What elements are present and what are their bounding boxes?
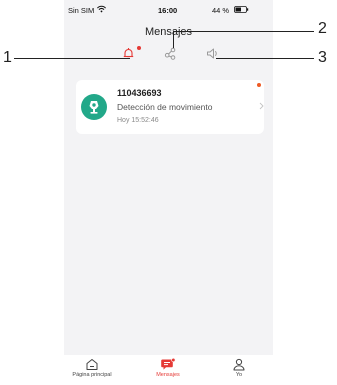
callout-number-1: 1 bbox=[3, 49, 12, 66]
wifi-icon bbox=[97, 5, 106, 13]
camera-icon bbox=[89, 101, 99, 114]
callout-number-3: 3 bbox=[318, 49, 327, 66]
tab-sound[interactable] bbox=[202, 42, 224, 64]
nav-home-label: Página principal bbox=[72, 372, 112, 378]
message-timestamp: Hoy 15:52:46 bbox=[117, 117, 159, 124]
unread-dot bbox=[257, 83, 261, 87]
device-avatar bbox=[81, 94, 107, 120]
carrier-label: Sin SIM bbox=[68, 6, 95, 15]
chevron-right-icon bbox=[259, 102, 264, 110]
bottom-navigation: Página principal Mensajes Yo bbox=[64, 355, 273, 385]
battery-percent: 44 % bbox=[212, 6, 230, 15]
page-title: Mensajes bbox=[144, 26, 193, 38]
share-icon bbox=[164, 47, 176, 60]
callout-line-3 bbox=[216, 58, 314, 59]
nav-messages[interactable]: Mensajes bbox=[148, 355, 188, 385]
callout-number-2: 2 bbox=[318, 20, 327, 37]
callout-line-2 bbox=[174, 31, 314, 32]
message-icon bbox=[161, 358, 176, 370]
device-id: 110436693 bbox=[117, 88, 162, 98]
callout-line-2-vertical bbox=[173, 31, 174, 48]
user-icon bbox=[233, 358, 245, 371]
home-icon bbox=[86, 359, 98, 370]
tab-shared[interactable] bbox=[160, 42, 182, 64]
clock: 16:00 bbox=[158, 6, 178, 15]
unread-dot bbox=[137, 46, 141, 50]
nav-messages-label: Mensajes bbox=[156, 372, 180, 378]
message-card[interactable]: 110436693 Detección de movimiento Hoy 15… bbox=[76, 80, 264, 134]
nav-home[interactable]: Página principal bbox=[70, 355, 114, 385]
message-text: Detección de movimiento bbox=[117, 102, 213, 112]
status-bar: Sin SIM 16:00 44 % bbox=[64, 0, 273, 18]
tab-alarms[interactable] bbox=[118, 42, 141, 64]
nav-me[interactable]: Yo bbox=[224, 355, 254, 385]
callout-line-1 bbox=[14, 58, 130, 59]
message-type-tabs bbox=[64, 42, 273, 64]
battery-icon bbox=[234, 6, 249, 13]
nav-me-label: Yo bbox=[235, 372, 243, 378]
